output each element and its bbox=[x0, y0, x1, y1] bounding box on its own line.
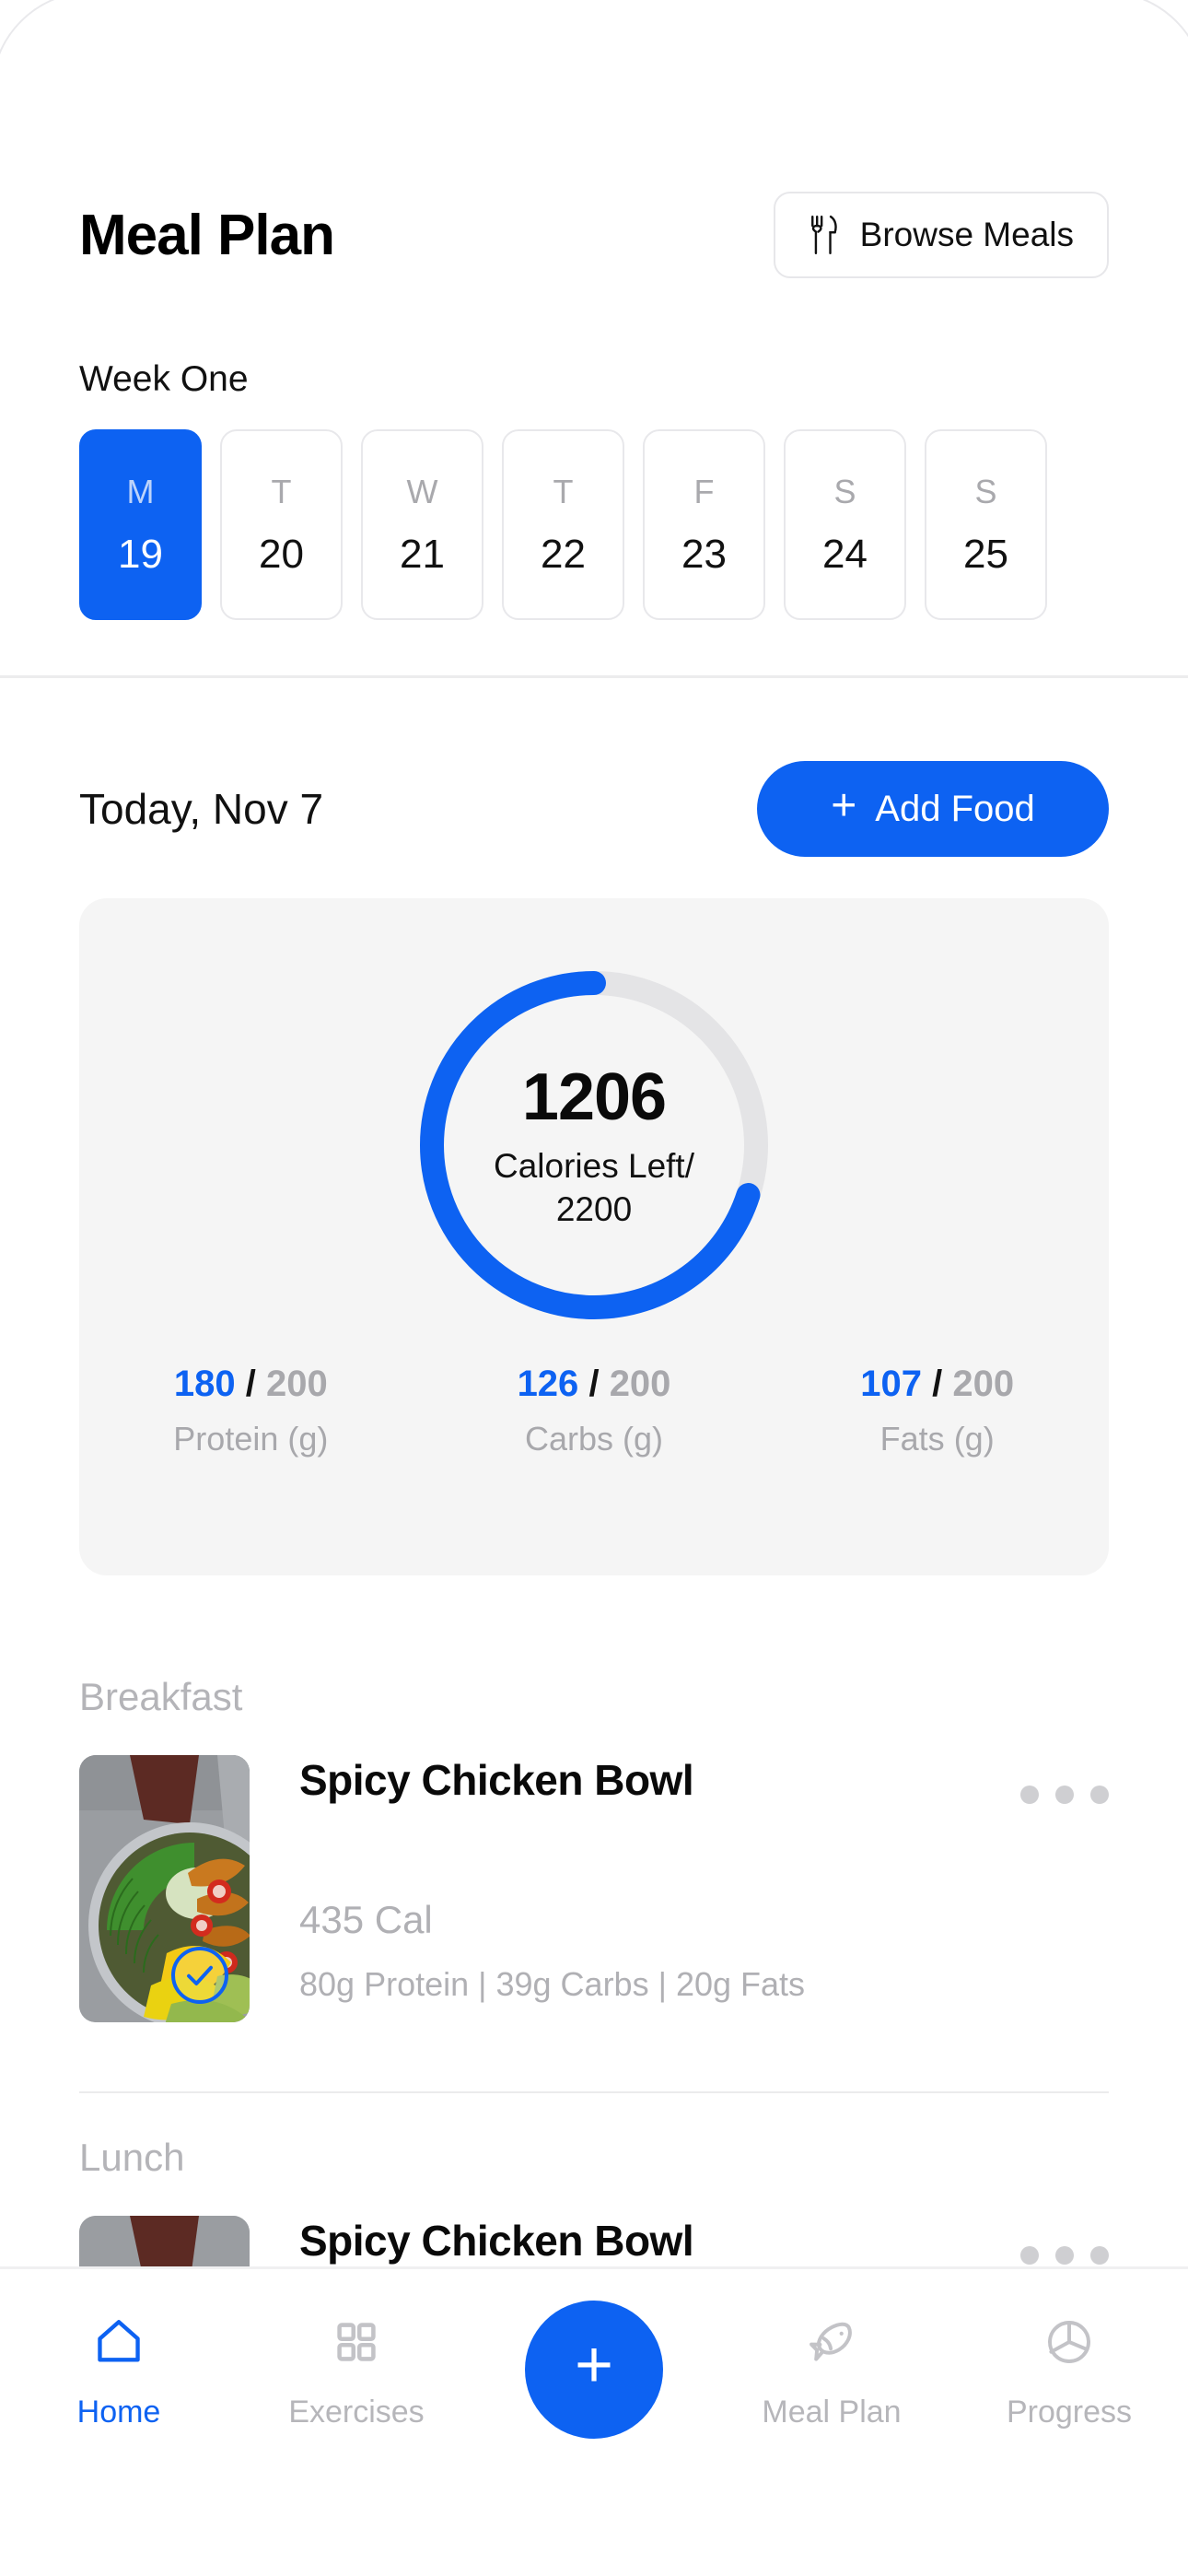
calories-caption-line1: Calories Left/ bbox=[494, 1146, 694, 1185]
macro-total: 200 bbox=[266, 1364, 328, 1404]
add-food-button[interactable]: + Add Food bbox=[757, 761, 1109, 857]
macro-carbs: 126 / 200 Carbs (g) bbox=[423, 1364, 766, 1458]
page-title: Meal Plan bbox=[79, 203, 335, 267]
check-icon bbox=[187, 1965, 213, 1985]
meal-name: Spicy Chicken Bowl bbox=[299, 2217, 694, 2265]
pie-chart-icon bbox=[1043, 2313, 1095, 2371]
calorie-ring-chart: 1206 Calories Left/ 2200 bbox=[410, 961, 778, 1329]
day-chip-date: 21 bbox=[400, 531, 445, 577]
more-dots-icon[interactable] bbox=[1020, 1786, 1109, 1804]
nav-label-progress: Progress bbox=[1006, 2395, 1133, 2430]
macro-values: 126 / 200 bbox=[518, 1364, 671, 1405]
day-chip-sat[interactable]: S 24 bbox=[784, 429, 906, 620]
day-chip-dow: T bbox=[271, 472, 292, 510]
day-chip-date: 23 bbox=[681, 531, 727, 577]
meal-completed-badge[interactable] bbox=[171, 1947, 228, 2004]
nav-item-home[interactable]: Home bbox=[0, 2313, 238, 2430]
meal-thumbnail[interactable] bbox=[79, 1755, 250, 2022]
more-dots-icon[interactable] bbox=[1020, 2246, 1109, 2265]
macro-label: Fats (g) bbox=[879, 1420, 995, 1458]
macro-values: 107 / 200 bbox=[860, 1364, 1014, 1405]
meal-section-heading-breakfast: Breakfast bbox=[79, 1675, 243, 1718]
macro-label: Protein (g) bbox=[173, 1420, 329, 1458]
macro-protein: 180 / 200 Protein (g) bbox=[79, 1364, 423, 1458]
day-chip-sun[interactable]: S 25 bbox=[925, 429, 1047, 620]
nav-label-home: Home bbox=[76, 2395, 161, 2430]
calories-remaining: 1206 bbox=[521, 1060, 667, 1134]
meal-info: Spicy Chicken Bowl bbox=[299, 2216, 1036, 2266]
app-screen: Meal Plan Browse Meals Week One M 19 T 2… bbox=[0, 0, 1188, 2576]
day-chip-date: 19 bbox=[118, 531, 163, 577]
macro-current: 126 bbox=[517, 1364, 579, 1404]
add-food-label: Add Food bbox=[875, 788, 1035, 829]
nav-item-progress[interactable]: Progress bbox=[950, 2313, 1188, 2430]
meal-calories: 435 Cal bbox=[299, 1898, 433, 1941]
section-divider bbox=[0, 675, 1188, 678]
fish-icon bbox=[806, 2313, 857, 2371]
macro-values: 180 / 200 bbox=[174, 1364, 328, 1405]
macro-current: 180 bbox=[173, 1364, 236, 1404]
day-chip-tue[interactable]: T 20 bbox=[220, 429, 343, 620]
meal-list-item[interactable]: Spicy Chicken Bowl 435 Cal 80g Protein |… bbox=[79, 1755, 1109, 2022]
meal-section-heading-lunch: Lunch bbox=[79, 2136, 185, 2179]
dot bbox=[1055, 2246, 1074, 2265]
macro-separator: / bbox=[588, 1364, 600, 1404]
day-chip-date: 24 bbox=[822, 531, 868, 577]
meal-name: Spicy Chicken Bowl bbox=[299, 1756, 694, 1804]
browse-meals-label: Browse Meals bbox=[859, 216, 1074, 253]
calories-caption: Calories Left/ 2200 bbox=[456, 1144, 732, 1232]
meal-divider bbox=[79, 2091, 1109, 2093]
day-chip-dow: T bbox=[553, 472, 574, 510]
day-chip-dow: W bbox=[406, 472, 438, 510]
add-fab-button[interactable]: + bbox=[525, 2301, 663, 2439]
macro-stats-row: 180 / 200 Protein (g) 126 / 200 Carbs (g… bbox=[79, 1364, 1109, 1458]
calorie-ring-center: 1206 Calories Left/ 2200 bbox=[410, 961, 778, 1329]
meal-info: Spicy Chicken Bowl bbox=[299, 1755, 1036, 1805]
meal-macros: 80g Protein | 39g Carbs | 20g Fats bbox=[299, 1965, 806, 2003]
home-icon bbox=[92, 2313, 146, 2371]
day-chip-dow: M bbox=[126, 472, 155, 510]
dot bbox=[1020, 1786, 1039, 1804]
macro-fats: 107 / 200 Fats (g) bbox=[765, 1364, 1109, 1458]
browse-meals-button[interactable]: Browse Meals bbox=[773, 192, 1109, 278]
day-chip-fri[interactable]: F 23 bbox=[643, 429, 765, 620]
day-chip-mon[interactable]: M 19 bbox=[79, 429, 202, 620]
day-chip-dow: S bbox=[833, 472, 856, 510]
dot bbox=[1020, 2246, 1039, 2265]
day-chip-date: 22 bbox=[541, 531, 586, 577]
week-day-selector[interactable]: M 19 T 20 W 21 T 22 F 23 S 24 S 25 bbox=[79, 429, 1109, 620]
macro-separator: / bbox=[245, 1364, 256, 1404]
day-chip-wed[interactable]: W 21 bbox=[361, 429, 483, 620]
day-chip-dow: S bbox=[974, 472, 997, 510]
macro-total: 200 bbox=[952, 1364, 1015, 1404]
today-row: Today, Nov 7 + Add Food bbox=[0, 755, 1188, 862]
today-label: Today, Nov 7 bbox=[79, 785, 324, 833]
page-header: Meal Plan Browse Meals bbox=[0, 184, 1188, 286]
dot bbox=[1055, 1786, 1074, 1804]
day-chip-date: 20 bbox=[259, 531, 304, 577]
plus-icon: + bbox=[574, 2328, 614, 2402]
nav-item-exercises[interactable]: Exercises bbox=[238, 2313, 475, 2430]
nav-label-exercises: Exercises bbox=[288, 2395, 425, 2430]
calories-caption-line2: 2200 bbox=[555, 1190, 633, 1228]
day-chip-dow: F bbox=[693, 472, 715, 510]
dot bbox=[1090, 2246, 1109, 2265]
nav-item-meal-plan[interactable]: Meal Plan bbox=[713, 2313, 950, 2430]
dot bbox=[1090, 1786, 1109, 1804]
fork-knife-icon bbox=[809, 214, 840, 256]
macro-total: 200 bbox=[609, 1364, 671, 1404]
macro-separator: / bbox=[932, 1364, 943, 1404]
day-chip-date: 25 bbox=[963, 531, 1008, 577]
grid-icon bbox=[332, 2313, 380, 2371]
plus-icon: + bbox=[831, 781, 857, 830]
day-chip-thu[interactable]: T 22 bbox=[502, 429, 624, 620]
week-label: Week One bbox=[79, 359, 249, 399]
calorie-summary-card: 1206 Calories Left/ 2200 180 / 200 Prote… bbox=[79, 898, 1109, 1575]
bottom-navigation-bar: Home Exercises + Meal Plan Progress bbox=[0, 2266, 1188, 2576]
nav-label-meal-plan: Meal Plan bbox=[762, 2395, 902, 2430]
macro-current: 107 bbox=[860, 1364, 922, 1404]
macro-label: Carbs (g) bbox=[524, 1420, 664, 1458]
